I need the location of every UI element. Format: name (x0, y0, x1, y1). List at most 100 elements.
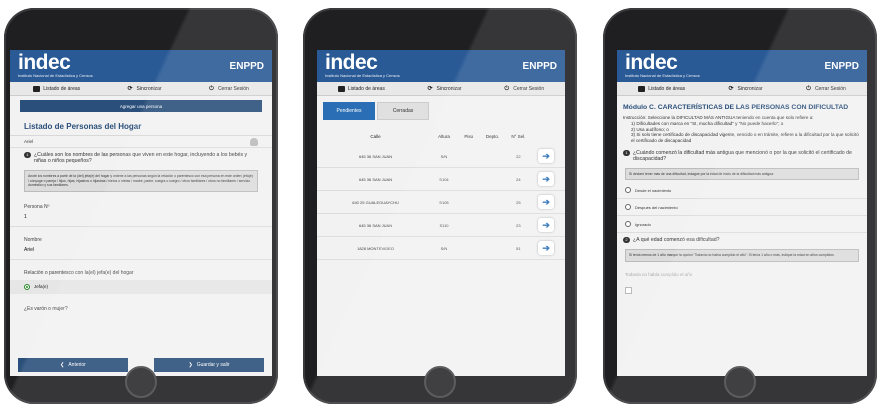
tab-cerradas[interactable]: Cerradas (377, 102, 429, 120)
tab-pendientes[interactable]: Pendientes (323, 102, 375, 120)
question-number: 1 (623, 149, 630, 156)
areas-label: Listado de áreas (648, 85, 686, 92)
screen-module-c: indec Instituto Nacional de Estadística … (617, 50, 867, 376)
cell-calle: 645 36 SAN JUAN (358, 176, 393, 182)
areas-button[interactable]: Listado de áreas (33, 85, 80, 92)
sync-icon: ⟳ (127, 85, 133, 92)
home-button[interactable] (724, 366, 756, 398)
power-icon: ⏻ (209, 85, 214, 92)
cell-nsel: 24 (516, 176, 521, 182)
module-title: Módulo C. CARACTERÍSTICAS DE LAS PERSONA… (623, 104, 849, 111)
indec-logo: indec Instituto Nacional de Estadística … (625, 52, 700, 79)
arrow-right-icon[interactable]: ➔ (538, 149, 555, 163)
home-button[interactable] (125, 366, 157, 398)
col-calle: Calle (370, 134, 381, 139)
not-yet-one-label: Todavía no había cumplido el año (625, 271, 693, 277)
table-row[interactable]: 1828 MONTEVIDEO S/N 51 ➔ (317, 237, 565, 260)
question-1-note: Si declaró tener más de una dificultad, … (625, 167, 859, 181)
arrow-right-icon[interactable]: ➔ (538, 218, 555, 232)
arrow-right-icon[interactable]: ➔ (538, 241, 555, 255)
logout-button[interactable]: ⏻ Cerrar Sesión (208, 86, 249, 92)
person-no-value[interactable]: 1 (10, 212, 272, 227)
save-label: Guardar y salir (196, 362, 230, 368)
not-yet-one-checkbox[interactable] (625, 286, 632, 294)
chevron-right-icon: ❯ (188, 362, 193, 368)
cell-nsel: 51 (516, 245, 521, 251)
logo-text: indec (325, 51, 378, 74)
app-header: indec Instituto Nacional de Estadística … (617, 50, 867, 82)
areas-label: Listado de áreas (347, 85, 385, 92)
list-icon (33, 85, 41, 92)
question-number: 1 (24, 152, 31, 158)
name-label: Nombre (24, 236, 42, 243)
logout-label: Cerrar Sesión (814, 85, 846, 92)
radio-icon (625, 187, 631, 194)
app-header: indec Instituto Nacional de Estadística … (317, 50, 565, 82)
option-despues-nacimiento[interactable]: Después del nacimiento (617, 199, 867, 217)
cell-nsel: 23 (516, 222, 521, 228)
question-text: ¿A qué edad comenzó esa dificultad? (633, 237, 720, 244)
question-text: ¿Cuándo comenzó la dificultad más antigu… (633, 149, 852, 162)
table-row[interactable]: 645 36 SAN JUAN S110 23 ➔ (317, 214, 565, 237)
areas-button[interactable]: Listado de áreas (337, 85, 385, 92)
areas-button[interactable]: Listado de áreas (638, 85, 686, 92)
table-row[interactable]: 645 36 SAN JUAN S/N 22 ➔ (317, 145, 565, 168)
previous-label: Anterior (68, 362, 86, 368)
cell-altura: S110 (439, 222, 449, 228)
sync-icon: ⟳ (728, 85, 734, 92)
person-row[interactable]: Ariel (10, 136, 272, 148)
tablet-module-c: indec Instituto Nacional de Estadística … (603, 8, 877, 404)
logo-text: indec (18, 51, 71, 74)
previous-button[interactable]: ❮ Anterior (18, 358, 128, 372)
app-name: ENPPD (522, 60, 557, 72)
logout-label: Cerrar Sesión (513, 85, 545, 92)
sync-icon: ⟳ (427, 85, 433, 92)
question-number: 2 (623, 237, 630, 244)
relation-option-jefa[interactable]: Jefa(e) (10, 279, 272, 294)
name-field[interactable]: Ariel (10, 245, 272, 260)
screen-household-list: indec Instituto Nacional de Estadística … (10, 50, 272, 376)
sync-button[interactable]: ⟳ Sincronizar (427, 86, 462, 92)
question-1: 1 ¿Cuándo comenzó la dificultad más anti… (617, 146, 867, 166)
radio-selected (24, 283, 30, 290)
sync-label: Sincronizar (436, 85, 462, 92)
cell-calle: 1828 MONTEVIDEO (357, 245, 394, 251)
indec-logo: indec Instituto Nacional de Estadística … (325, 51, 400, 79)
sex-label: ¿Es varón o mujer? (24, 305, 68, 312)
sync-button[interactable]: ⟳ Sincronizar (127, 86, 162, 92)
option-label: Después del nacimiento (635, 204, 678, 210)
relation-option-label: Jefa(e) (34, 284, 49, 289)
cell-altura: S105 (439, 199, 449, 205)
option-ignorado[interactable]: Ignorado (617, 216, 867, 234)
tablet-household-list: indec Instituto Nacional de Estadística … (4, 8, 278, 404)
col-piso: Piso (464, 134, 474, 139)
logout-button[interactable]: ⏻ Cerrar Sesión (805, 86, 846, 92)
table-row[interactable]: 645 36 SAN JUAN S104 24 ➔ (317, 168, 565, 191)
instructions: Instrucción: Seleccione la DIFICULTAD MÁ… (617, 113, 867, 146)
table-row[interactable]: 640 25 GUALEGUAYCHU S105 25 ➔ (317, 191, 565, 214)
logo-subtitle: Instituto Nacional de Estadística y Cens… (625, 73, 700, 78)
tablet-dwelling-list: indec Instituto Nacional de Estadística … (303, 8, 577, 404)
power-icon: ⏻ (806, 85, 811, 92)
logout-label: Cerrar Sesión (217, 85, 249, 92)
home-button[interactable] (424, 366, 456, 398)
instruction-item: 3) Si solo tiene certificado de discapac… (631, 132, 859, 144)
cell-calle: 640 25 GUALEGUAYCHU (352, 199, 399, 205)
instruction-note: Anote los nombres a partir de la (del) j… (24, 170, 258, 192)
arrow-right-icon[interactable]: ➔ (538, 195, 555, 209)
logout-button[interactable]: ⏻ Cerrar Sesión (503, 86, 544, 92)
arrow-right-icon[interactable]: ➔ (538, 172, 555, 186)
save-exit-button[interactable]: ❯ Guardar y salir (154, 358, 264, 372)
col-nsel: N° Sel. (511, 134, 526, 139)
question-2: 2 ¿A qué edad comenzó esa dificultad? (617, 233, 867, 247)
add-person-button[interactable]: Agregar una persona (20, 100, 262, 112)
option-desde-nacimiento[interactable]: Desde el nacimiento (617, 182, 867, 200)
logo-subtitle: Instituto Nacional de Estadística y Cens… (325, 73, 400, 78)
toolbar: Listado de áreas ⟳ Sincronizar ⏻ Cerrar Se… (617, 82, 867, 96)
cell-calle: 645 36 SAN JUAN (358, 222, 393, 228)
sync-button[interactable]: ⟳ Sincronizar (728, 86, 763, 92)
logo-subtitle: Instituto Nacional de Estadística y Cens… (18, 73, 93, 78)
person-row-name: Ariel (24, 139, 34, 144)
cell-altura: S104 (439, 176, 449, 182)
chevron-left-icon: ❮ (60, 362, 65, 368)
